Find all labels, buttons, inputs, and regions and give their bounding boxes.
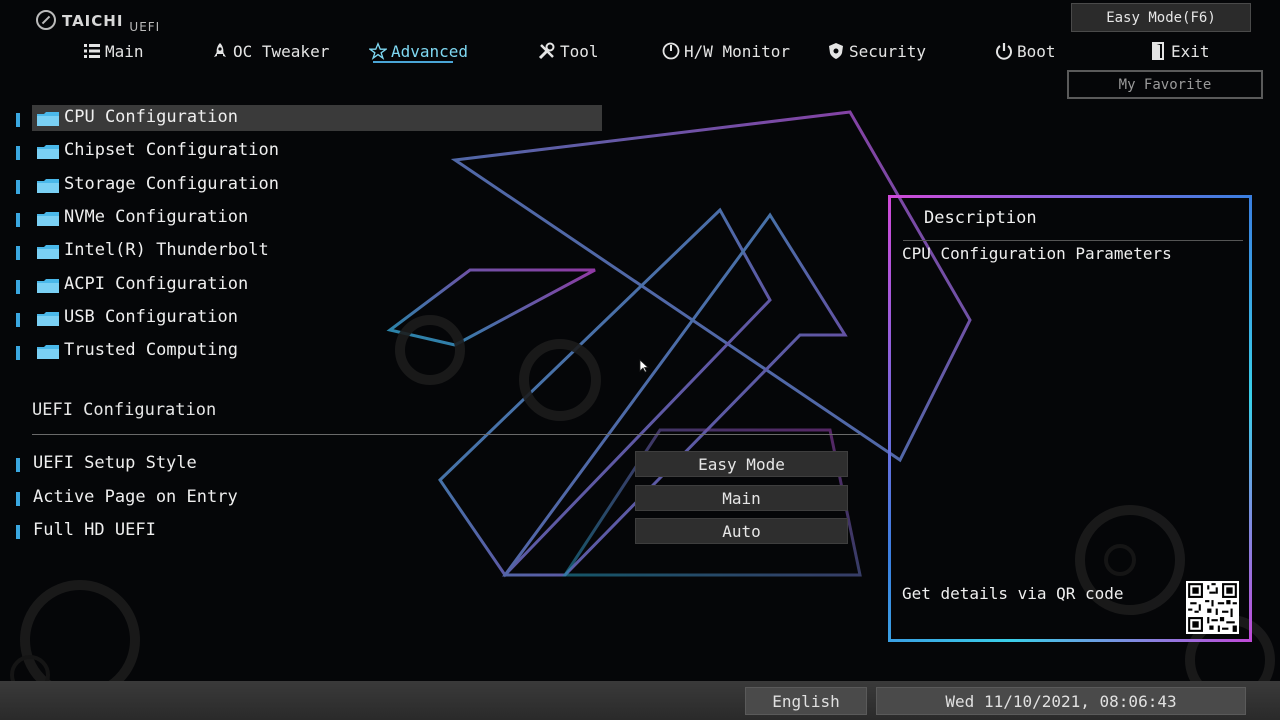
uefi-setup-style-select[interactable]: Easy Mode — [635, 451, 848, 477]
folder-icon — [37, 179, 59, 193]
setting-full-hd-uefi: Full HD UEFI Auto — [14, 518, 850, 544]
tab-oc-tweaker[interactable]: OC Tweaker — [211, 36, 329, 66]
tab-hw-monitor-label: H/W Monitor — [684, 41, 790, 61]
tab-tool-label: Tool — [560, 41, 599, 61]
active-page-on-entry-select[interactable]: Main — [635, 485, 848, 511]
tab-advanced-label: Advanced — [391, 41, 469, 61]
section-divider — [32, 434, 860, 435]
description-panel: Description CPU Configuration Parameters… — [888, 195, 1252, 642]
brand-sub: UEFI — [129, 20, 161, 34]
menu-item-label: ACPI Configuration — [64, 274, 249, 294]
item-marker — [16, 246, 20, 260]
item-marker — [16, 180, 20, 194]
menu-item-label: Storage Configuration — [64, 174, 279, 194]
my-favorite-button[interactable]: My Favorite — [1067, 70, 1263, 99]
item-marker — [16, 492, 20, 506]
tab-tool[interactable]: Tool — [538, 36, 599, 66]
menu-item-label: Intel(R) Thunderbolt — [64, 240, 269, 260]
setting-label: UEFI Setup Style — [33, 453, 197, 473]
setting-label: Active Page on Entry — [33, 487, 238, 507]
folder-icon — [37, 212, 59, 226]
description-title: Description — [924, 208, 1037, 228]
menu-item-trusted-computing[interactable]: Trusted Computing — [14, 338, 604, 364]
tab-exit-label: Exit — [1171, 41, 1210, 61]
item-marker — [16, 113, 20, 127]
tab-security[interactable]: Security — [827, 36, 926, 66]
exit-door-icon — [1149, 42, 1167, 60]
full-hd-uefi-select[interactable]: Auto — [635, 518, 848, 544]
language-button[interactable]: English — [745, 687, 867, 715]
item-marker — [16, 346, 20, 360]
tools-icon — [538, 42, 556, 60]
item-marker — [16, 280, 20, 294]
tab-oc-tweaker-label: OC Tweaker — [233, 41, 330, 61]
menu-item-acpi-configuration[interactable]: ACPI Configuration — [14, 272, 604, 298]
active-tab-underline — [373, 61, 453, 63]
folder-icon — [37, 345, 59, 359]
item-marker — [16, 525, 20, 539]
item-marker — [16, 213, 20, 227]
menu-item-chipset-configuration[interactable]: Chipset Configuration — [14, 138, 604, 164]
star-icon — [369, 42, 387, 60]
section-title-uefi-configuration: UEFI Configuration — [32, 400, 217, 420]
tab-security-label: Security — [849, 41, 927, 61]
top-nav: Main OC Tweaker Advanced Tool H/W Monito… — [0, 36, 1210, 66]
setting-active-page-on-entry: Active Page on Entry Main — [14, 485, 850, 511]
tab-boot-label: Boot — [1017, 41, 1056, 61]
monitor-gauge-icon — [662, 42, 680, 60]
folder-icon — [37, 279, 59, 293]
qr-code-label: Get details via QR code — [902, 584, 1124, 603]
menu-item-label: CPU Configuration — [64, 107, 238, 127]
taichi-logo: TAICHI UEFI — [36, 10, 160, 34]
tab-main-label: Main — [105, 41, 144, 61]
folder-icon — [37, 145, 59, 159]
menu-item-cpu-configuration[interactable]: CPU Configuration — [14, 105, 604, 131]
easy-mode-button[interactable]: Easy Mode(F6) — [1071, 3, 1251, 32]
menu-item-storage-configuration[interactable]: Storage Configuration — [14, 172, 604, 198]
folder-icon — [37, 112, 59, 126]
folder-icon — [37, 312, 59, 326]
tab-exit[interactable]: Exit — [1149, 36, 1210, 66]
setting-label: Full HD UEFI — [33, 520, 156, 540]
item-marker — [16, 146, 20, 160]
tab-boot[interactable]: Boot — [995, 36, 1056, 66]
item-marker — [16, 458, 20, 472]
menu-item-usb-configuration[interactable]: USB Configuration — [14, 305, 604, 331]
brand-name: TAICHI — [62, 12, 124, 30]
menu-item-label: Chipset Configuration — [64, 140, 279, 160]
description-divider — [903, 240, 1243, 241]
menu-item-label: NVMe Configuration — [64, 207, 249, 227]
power-icon — [995, 42, 1013, 60]
tab-hw-monitor[interactable]: H/W Monitor — [662, 36, 790, 66]
description-text: CPU Configuration Parameters — [902, 244, 1172, 263]
menu-item-label: Trusted Computing — [64, 340, 238, 360]
shield-icon — [827, 42, 845, 60]
date-time-display: Wed 11/10/2021, 08:06:43 — [876, 687, 1246, 715]
folder-icon — [37, 245, 59, 259]
menu-item-intel-thunderbolt[interactable]: Intel(R) Thunderbolt — [14, 238, 604, 264]
menu-item-label: USB Configuration — [64, 307, 238, 327]
tab-main[interactable]: Main — [83, 36, 144, 66]
qr-code-icon — [1186, 581, 1239, 634]
list-icon — [83, 42, 101, 60]
item-marker — [16, 313, 20, 327]
rocket-icon — [211, 42, 229, 60]
menu-item-nvme-configuration[interactable]: NVMe Configuration — [14, 205, 604, 231]
setting-uefi-setup-style: UEFI Setup Style Easy Mode — [14, 451, 850, 477]
taichi-logo-icon — [36, 10, 56, 30]
mouse-cursor-icon — [639, 359, 649, 373]
